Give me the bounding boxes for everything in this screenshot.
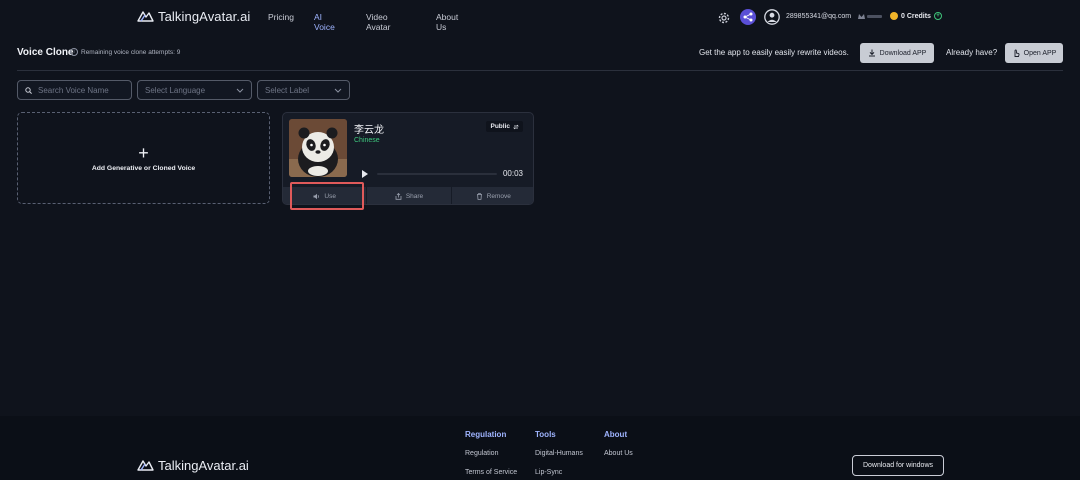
footer-link-about-us[interactable]: About Us: [604, 450, 633, 457]
trash-icon: [476, 193, 482, 200]
footer-logo[interactable]: TalkingAvatar.ai: [137, 458, 249, 473]
footer-logo-text: TalkingAvatar.ai: [158, 458, 249, 473]
logo-text: TalkingAvatar.ai: [158, 9, 251, 24]
download-icon: [868, 49, 875, 57]
visibility-badge[interactable]: Public: [486, 121, 523, 132]
add-credits-icon[interactable]: +: [933, 12, 942, 20]
footer-link-regulation[interactable]: Regulation: [465, 450, 517, 457]
gear-icon[interactable]: [717, 11, 731, 25]
footer-col-title: Tools: [535, 430, 556, 439]
open-app-button[interactable]: Open APP: [1005, 43, 1063, 63]
remaining-attempts: i Remaining voice clone attempts: 9: [70, 48, 180, 56]
logo[interactable]: TalkingAvatar.ai: [137, 9, 250, 24]
footer-col-title: About: [604, 430, 628, 439]
download-app-label: Download APP: [879, 49, 927, 57]
user-email: 289855341@qq.com: [786, 13, 852, 20]
audio-progress-track[interactable]: [377, 173, 497, 175]
credits-text: 0 Credits: [901, 12, 931, 20]
download-windows-button[interactable]: Download for windows: [852, 455, 944, 476]
label-placeholder: Select Label: [265, 85, 310, 95]
voice-avatar-image: [289, 119, 347, 177]
footer-link-lip-sync[interactable]: Lip-Sync: [535, 469, 583, 476]
share-label: Share: [405, 193, 424, 200]
logo-icon: [137, 460, 154, 471]
play-icon[interactable]: [362, 170, 368, 178]
search-placeholder: Search Voice Name: [38, 85, 109, 95]
panda-image-icon: [289, 119, 347, 177]
open-app-label: Open APP: [1023, 49, 1057, 57]
nav-ai-voice[interactable]: AI Voice: [314, 12, 335, 32]
page-title: Voice Clone: [17, 47, 74, 58]
nav-video-avatar[interactable]: Video Avatar: [366, 12, 390, 32]
get-app-text: Get the app to easily easily rewrite vid…: [699, 48, 849, 57]
footer-col-about: About About Us: [604, 430, 633, 469]
logo-icon: [137, 11, 154, 22]
nav-pricing[interactable]: Pricing: [268, 12, 294, 22]
hand-pointer-icon: [1014, 49, 1020, 57]
share-icon[interactable]: [740, 9, 756, 25]
voice-name: 李云龙: [354, 125, 384, 136]
voice-language: Chinese: [354, 137, 380, 144]
user-avatar-icon[interactable]: [764, 9, 780, 25]
download-app-button[interactable]: Download APP: [860, 43, 934, 63]
footer-link-digital-humans[interactable]: Digital-Humans: [535, 450, 583, 457]
search-icon: [25, 86, 32, 94]
chevron-down-icon: [334, 88, 342, 93]
info-icon: i: [70, 48, 78, 56]
remove-button[interactable]: Remove: [452, 187, 533, 204]
add-voice-card[interactable]: + Add Generative or Cloned Voice: [17, 112, 270, 204]
language-select[interactable]: Select Language: [137, 80, 252, 100]
top-nav: TalkingAvatar.ai Pricing AI Voice Video …: [0, 0, 1080, 36]
nav-about-us[interactable]: About Us: [436, 12, 458, 32]
chevron-down-icon: [236, 88, 244, 93]
remove-label: Remove: [486, 193, 511, 200]
footer-col-title: Regulation: [465, 430, 507, 439]
use-button-highlight: [290, 182, 364, 210]
swap-icon: [513, 124, 519, 129]
upload-share-icon: [395, 193, 402, 200]
already-have-text: Already have?: [946, 48, 998, 57]
credits-display[interactable]: 0 Credits +: [890, 12, 942, 20]
share-glyph-icon: [743, 12, 753, 22]
search-input[interactable]: Search Voice Name: [17, 80, 132, 100]
footer-link-terms[interactable]: Terms of Service: [465, 469, 517, 476]
remaining-attempts-text: Remaining voice clone attempts: 9: [81, 48, 181, 56]
label-select[interactable]: Select Label: [257, 80, 350, 100]
divider: [17, 70, 1063, 71]
audio-duration: 00:03: [502, 169, 523, 178]
language-placeholder: Select Language: [145, 85, 206, 95]
footer-col-regulation: Regulation Regulation Terms of Service: [465, 430, 517, 480]
share-button[interactable]: Share: [367, 187, 452, 204]
vip-badge-icon: [858, 14, 882, 19]
footer-col-tools: Tools Digital-Humans Lip-Sync: [535, 430, 583, 480]
add-voice-label: Add Generative or Cloned Voice: [91, 164, 196, 172]
coin-icon: [890, 12, 898, 20]
visibility-text: Public: [490, 123, 510, 130]
plus-icon: +: [138, 142, 149, 163]
